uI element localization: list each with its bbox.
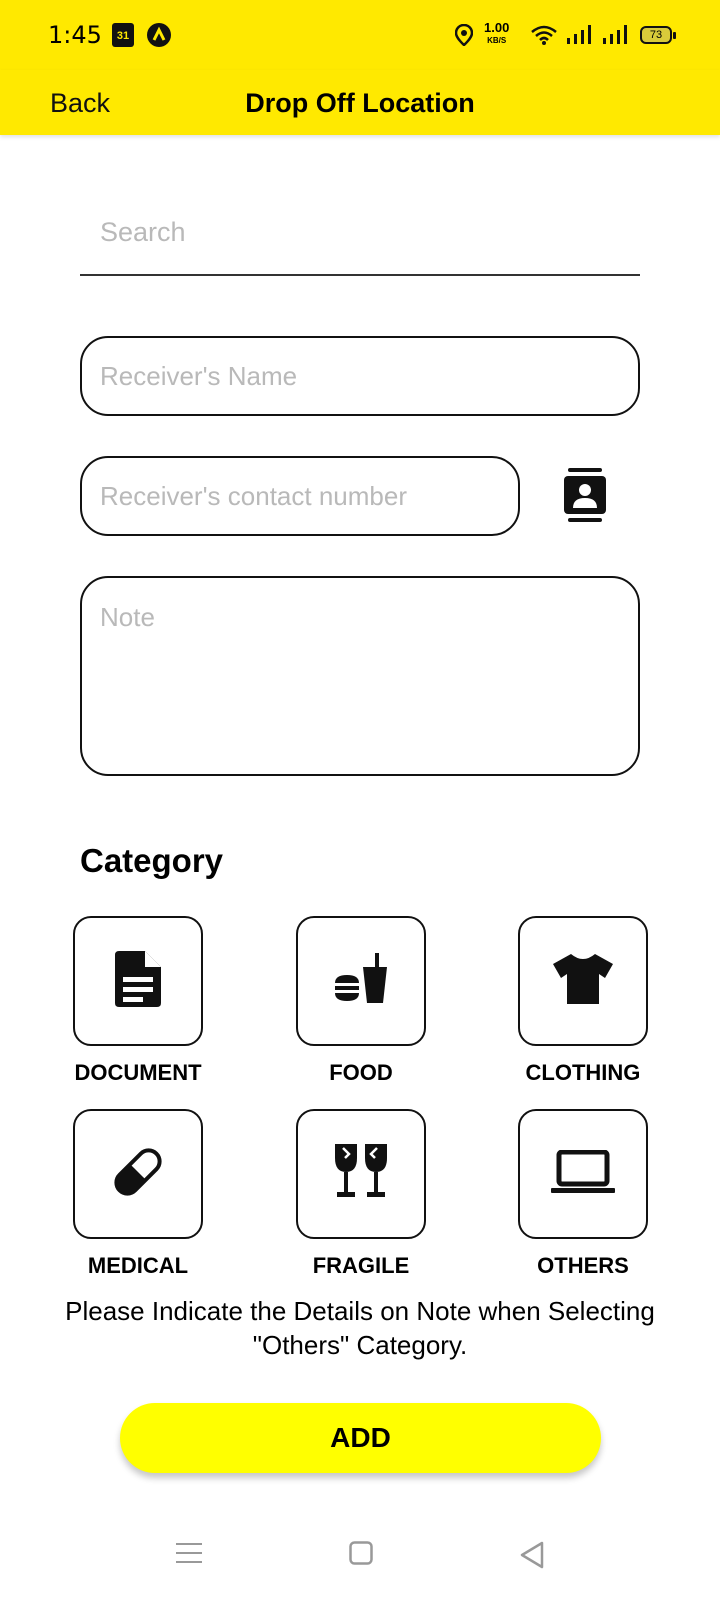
app-header: Back Drop Off Location [0, 70, 720, 135]
document-icon [115, 950, 161, 1012]
signal-icon [601, 24, 629, 51]
home-icon[interactable] [349, 1541, 373, 1570]
add-button[interactable]: ADD [120, 1403, 601, 1473]
network-speed-unit: KB/S [487, 36, 507, 45]
category-others[interactable]: OTHERS [513, 1109, 653, 1279]
network-speed: 1.00 KB/S [484, 20, 510, 46]
category-box[interactable] [518, 916, 648, 1046]
status-time: 1:45 [48, 21, 102, 49]
category-label: FOOD [329, 1060, 393, 1085]
category-heading: Category [80, 842, 224, 879]
category-box[interactable] [518, 1109, 648, 1239]
food-icon [333, 952, 389, 1010]
others-hint-text: Please Indicate the Details on Note when… [65, 1296, 655, 1360]
category-label: FRAGILE [312, 1253, 410, 1278]
battery-icon: 73 [640, 26, 676, 44]
network-speed-value: 1.00 [484, 20, 510, 35]
signal-icon [565, 24, 593, 51]
category-box[interactable] [73, 916, 203, 1046]
category-food[interactable]: FOOD [291, 916, 431, 1086]
category-medical[interactable]: MEDICAL [68, 1109, 208, 1279]
navigation-app-icon [147, 23, 171, 47]
calendar-icon: 31 [112, 23, 134, 47]
note-field[interactable] [80, 576, 640, 776]
receiver-contact-field[interactable] [80, 456, 520, 536]
category-clothing[interactable]: CLOTHING [513, 916, 653, 1086]
category-box[interactable] [296, 1109, 426, 1239]
category-label: DOCUMENT [74, 1060, 202, 1085]
category-document[interactable]: DOCUMENT [68, 916, 208, 1086]
system-navigation-bar [0, 1525, 720, 1585]
fragile-icon [333, 1143, 389, 1205]
laptop-icon [551, 1149, 615, 1199]
clothing-icon [553, 953, 613, 1009]
category-label: OTHERS [537, 1253, 629, 1278]
category-box[interactable] [296, 916, 426, 1046]
category-label: MEDICAL [87, 1253, 189, 1278]
category-fragile[interactable]: FRAGILE [291, 1109, 431, 1279]
page-title: Drop Off Location [245, 88, 475, 118]
back-triangle-icon[interactable] [519, 1541, 545, 1574]
medical-icon [110, 1144, 166, 1205]
receiver-name-field[interactable] [80, 336, 640, 416]
status-bar: 1:45 31 1.00 KB/S 73 [0, 0, 720, 70]
wifi-icon [530, 24, 558, 51]
menu-icon[interactable] [176, 1541, 202, 1570]
location-icon [454, 23, 474, 51]
category-box[interactable] [73, 1109, 203, 1239]
search-input[interactable] [80, 190, 640, 276]
category-label: CLOTHING [525, 1060, 641, 1085]
contacts-icon[interactable] [562, 468, 608, 524]
